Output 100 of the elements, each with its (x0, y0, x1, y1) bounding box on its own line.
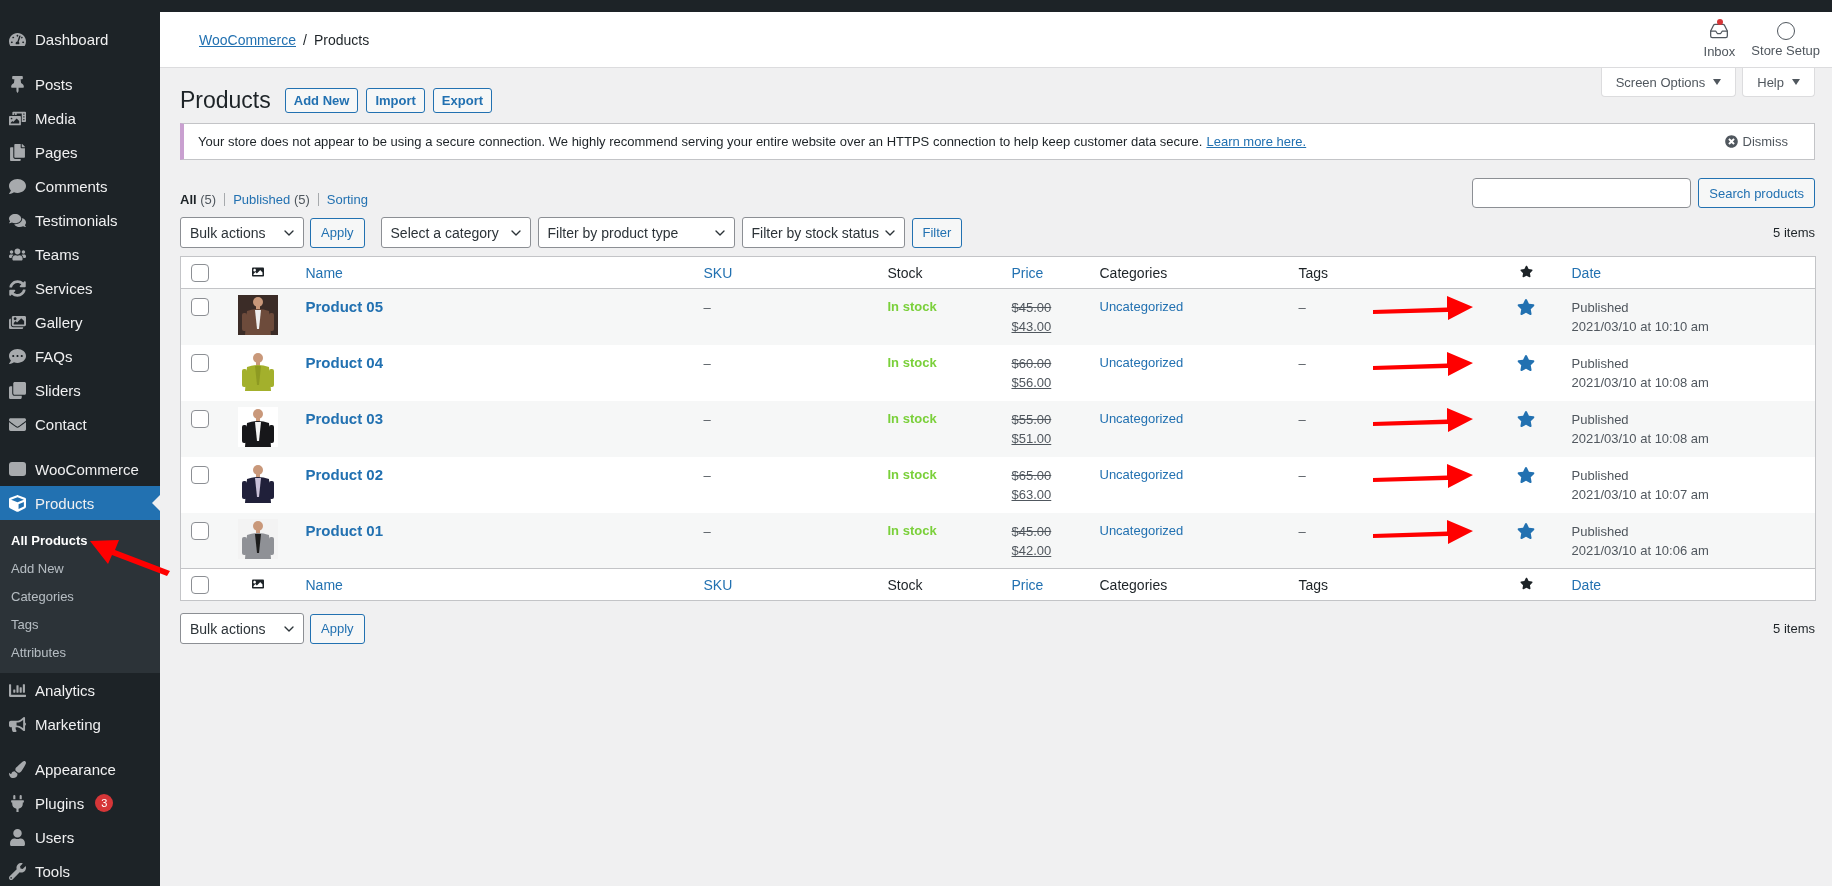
dropdown[interactable]: Select a category (380, 217, 531, 248)
menu-item[interactable]: Comments (0, 169, 160, 203)
image-icon (252, 265, 264, 278)
breadcrumb-current: Products (313, 31, 370, 48)
star-icon[interactable] (1517, 465, 1535, 484)
menu-item[interactable]: Media (0, 101, 160, 135)
category-link[interactable]: Uncategorized (1099, 299, 1184, 314)
filter-button[interactable]: Filter (911, 217, 963, 248)
header-action[interactable]: Store Setup (1743, 21, 1828, 58)
product-name-link[interactable]: Product 01 (305, 521, 384, 539)
dropdown[interactable]: Filter by product type (537, 217, 735, 248)
view-link[interactable]: All (5) (180, 192, 217, 207)
checkbox[interactable] (191, 263, 209, 282)
envelope-icon (9, 415, 26, 433)
submenu-item[interactable]: Categories (0, 582, 160, 610)
star-icon[interactable] (1519, 576, 1533, 590)
caret-icon (1713, 79, 1722, 85)
menu-item[interactable]: Users (0, 820, 160, 854)
dropdown[interactable]: Bulk actions (180, 613, 304, 644)
sort-link[interactable]: Name (305, 576, 343, 593)
regular-price: $45.00 (1011, 522, 1053, 541)
column-label: Categories (1099, 264, 1168, 281)
dismiss-button[interactable]: Dismiss (1712, 134, 1800, 149)
menu-item[interactable]: Plugins 3 (0, 786, 160, 820)
screen-tab[interactable]: Screen Options (1600, 68, 1737, 97)
bar-chart-icon (9, 681, 26, 699)
menu-item[interactable]: Services (0, 271, 160, 305)
menu-item[interactable]: Gallery (0, 305, 160, 339)
stock-status: In stock (887, 299, 937, 314)
checkbox[interactable] (191, 353, 209, 372)
tags-text: – (1298, 522, 1306, 541)
submenu-item[interactable]: Attributes (0, 638, 160, 666)
menu-item[interactable]: FAQs (0, 339, 160, 373)
product-name-link[interactable]: Product 03 (305, 409, 384, 427)
page-action-button[interactable]: Export (432, 88, 492, 113)
search-button[interactable]: Search products (1698, 178, 1815, 208)
checkbox[interactable] (191, 409, 209, 428)
view-link[interactable]: Sorting (326, 192, 368, 207)
menu-item[interactable]: Pages (0, 135, 160, 169)
sale-price: $42.00 (1011, 541, 1053, 560)
product-name-link[interactable]: Product 05 (305, 298, 384, 315)
category-link[interactable]: Uncategorized (1099, 466, 1184, 482)
regular-price: $55.00 (1011, 410, 1053, 429)
star-icon[interactable] (1517, 298, 1535, 316)
star-icon[interactable] (1517, 521, 1535, 540)
menu-item[interactable]: Products (0, 486, 160, 520)
menu-item[interactable]: Tools (0, 854, 160, 886)
media-icon (9, 109, 26, 127)
sort-link[interactable]: SKU (703, 576, 733, 593)
menu-item[interactable]: WooCommerce (0, 452, 160, 486)
sort-link[interactable]: Price (1011, 264, 1044, 281)
search-field[interactable] (1472, 178, 1692, 208)
menu-item[interactable]: Sliders (0, 373, 160, 407)
apply-button[interactable]: Apply (310, 613, 365, 644)
page-action-button[interactable]: Import (366, 88, 425, 113)
apply-button[interactable]: Apply (310, 217, 365, 248)
submenu-item[interactable]: Add New (0, 554, 160, 582)
sort-link[interactable]: SKU (703, 264, 733, 281)
dropdown[interactable]: Filter by stock status (741, 217, 905, 248)
menu-item[interactable]: Testimonials (0, 203, 160, 237)
product-name-link[interactable]: Product 04 (305, 353, 384, 371)
star-icon[interactable] (1517, 353, 1535, 372)
checkbox[interactable] (191, 575, 209, 594)
sort-link[interactable]: Date (1571, 576, 1602, 593)
dropdown[interactable]: Bulk actions (180, 217, 304, 248)
sku-text: – (703, 466, 711, 485)
checkbox[interactable] (191, 521, 209, 540)
sku-text: – (703, 354, 711, 373)
menu-item[interactable]: Contact (0, 407, 160, 441)
screen-tab[interactable]: Help (1742, 68, 1815, 97)
category-link[interactable]: Uncategorized (1099, 410, 1184, 426)
category-link[interactable]: Uncategorized (1099, 354, 1184, 370)
menu-item[interactable]: Appearance (0, 752, 160, 786)
menu-item[interactable]: Posts (0, 67, 160, 101)
page-action-button[interactable]: Add New (284, 88, 359, 113)
star-icon[interactable] (1519, 264, 1533, 278)
submenu-item[interactable]: All Products (0, 526, 160, 554)
stock-status: In stock (887, 522, 937, 538)
speech-bubbles-icon (9, 211, 26, 229)
stock-status: In stock (887, 466, 937, 482)
header-action[interactable]: Inbox (1695, 20, 1744, 59)
publish-date: 2021/03/10 at 10:07 am (1571, 485, 1710, 504)
learn-more-link[interactable]: Learn more here. (1206, 134, 1307, 149)
menu-item[interactable]: Teams (0, 237, 160, 271)
menu-item[interactable]: Analytics (0, 673, 160, 707)
checkbox[interactable] (191, 298, 209, 316)
category-link[interactable]: Uncategorized (1099, 522, 1184, 538)
breadcrumb-link[interactable]: WooCommerce (199, 31, 296, 48)
sort-link[interactable]: Date (1571, 264, 1602, 281)
star-icon[interactable] (1517, 409, 1535, 428)
sort-link[interactable]: Name (305, 264, 343, 281)
checkbox[interactable] (191, 465, 209, 484)
caret-icon (1792, 79, 1800, 85)
menu-item[interactable]: Dashboard (0, 22, 160, 56)
menu-item[interactable]: Marketing (0, 707, 160, 741)
view-link[interactable]: Published (5) (233, 192, 310, 207)
product-name-link[interactable]: Product 02 (305, 465, 384, 483)
sort-link[interactable]: Price (1011, 576, 1044, 593)
breadcrumb-separator: / (303, 31, 307, 48)
submenu-item[interactable]: Tags (0, 610, 160, 638)
